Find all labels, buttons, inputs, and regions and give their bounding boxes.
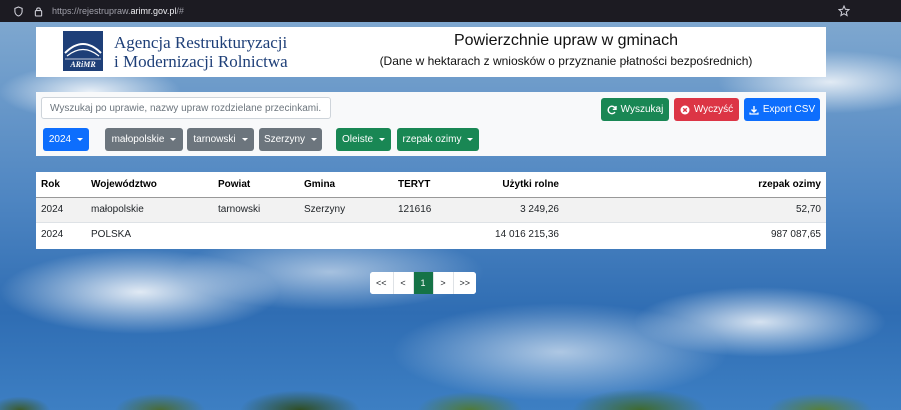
table-header-row: Rok Województwo Powiat Gmina TERYT Użytk…	[36, 172, 826, 198]
column-header-crop[interactable]: rzepak ozimy	[564, 172, 826, 198]
cell-teryt: 121616	[393, 197, 473, 223]
municipality-dropdown[interactable]: Szerzyny	[259, 128, 322, 151]
arimr-logo-graphic: ARiMR	[63, 31, 103, 71]
clear-button-label: Wyczyść	[693, 104, 734, 115]
page-header: ARiMR Agencja Restrukturyzacji i Moderni…	[36, 27, 826, 77]
cell-county	[213, 222, 299, 247]
logo-caption: ARiMR	[69, 60, 96, 69]
cell-municipality: Szerzyny	[299, 197, 393, 223]
bookmark-star-icon[interactable]	[838, 5, 850, 17]
browser-address-bar: https://rejestrupraw.arimr.gov.pl/#	[0, 0, 901, 22]
crop-group-dropdown-label: Oleiste	[341, 134, 374, 145]
results-table: Rok Województwo Powiat Gmina TERYT Użytk…	[36, 172, 826, 247]
cell-voivodeship: małopolskie	[86, 197, 213, 223]
clear-button[interactable]: Wyczyść	[674, 98, 739, 121]
year-dropdown-label: 2024	[48, 134, 72, 145]
tree-line	[0, 380, 901, 410]
column-header-teryt[interactable]: TERYT	[393, 172, 473, 198]
column-header-voivodeship[interactable]: Województwo	[86, 172, 213, 198]
caret-down-icon	[170, 138, 177, 141]
caret-down-icon	[77, 138, 84, 141]
cell-crop-area: 987 087,65	[564, 222, 826, 247]
cell-teryt	[393, 222, 473, 247]
export-button-label: Export CSV	[762, 104, 816, 115]
caret-down-icon	[241, 138, 248, 141]
cell-voivodeship: POLSKA	[86, 222, 213, 247]
organization-name: Agencja Restrukturyzacji i Modernizacji …	[114, 33, 288, 71]
cell-agricultural-land: 14 016 215,36	[473, 222, 564, 247]
url-domain: arimr.gov.pl	[130, 6, 177, 16]
current-page-button[interactable]: 1	[413, 272, 434, 294]
download-icon	[749, 105, 759, 115]
shield-icon[interactable]	[14, 5, 23, 17]
municipality-dropdown-label: Szerzyny	[263, 134, 306, 145]
lock-icon[interactable]	[34, 6, 43, 17]
cell-agricultural-land: 3 249,26	[473, 197, 564, 223]
caret-down-icon	[311, 138, 318, 141]
page-title: Powierzchnie upraw w gminach	[453, 32, 679, 49]
table-row: 2024 POLSKA 14 016 215,36 987 087,65	[36, 222, 826, 247]
voivodeship-dropdown[interactable]: małopolskie	[105, 128, 183, 151]
voivodeship-dropdown-label: małopolskie	[111, 134, 165, 145]
crop-group-dropdown[interactable]: Oleiste	[336, 128, 391, 151]
results-table-container: Rok Województwo Powiat Gmina TERYT Użytk…	[36, 172, 826, 249]
cell-municipality	[299, 222, 393, 247]
search-button-label: Wyszukaj	[620, 104, 664, 115]
cell-crop-area: 52,70	[564, 197, 826, 223]
table-row: 2024 małopolskie tarnowski Szerzyny 1216…	[36, 197, 826, 223]
crop-dropdown[interactable]: rzepak ozimy	[397, 128, 479, 151]
search-input[interactable]	[41, 97, 331, 119]
arimr-logo: ARiMR	[63, 31, 103, 71]
org-name-line2: i Modernizacji Rolnictwa	[114, 52, 288, 71]
column-header-year[interactable]: Rok	[36, 172, 86, 198]
column-header-county[interactable]: Powiat	[213, 172, 299, 198]
county-dropdown-label: tarnowski	[193, 134, 236, 145]
county-dropdown[interactable]: tarnowski	[187, 128, 254, 151]
crop-dropdown-label: rzepak ozimy	[402, 134, 462, 145]
previous-page-button[interactable]: <	[393, 272, 414, 294]
page-subtitle: (Dane w hektarach z wniosków o przyznani…	[379, 54, 753, 68]
first-page-button[interactable]: <<	[370, 272, 394, 294]
caret-down-icon	[379, 138, 386, 141]
close-circle-icon	[680, 105, 690, 114]
url-prefix: https://rejestrupraw.	[52, 6, 131, 16]
cell-year: 2024	[36, 197, 86, 223]
last-page-button[interactable]: >>	[453, 272, 477, 294]
filter-panel: Wyszukaj Wyczyść Export CSV 2024 małopol…	[36, 92, 826, 156]
url-suffix: /#	[176, 6, 184, 16]
export-csv-button[interactable]: Export CSV	[744, 98, 820, 121]
year-dropdown[interactable]: 2024	[43, 128, 89, 151]
caret-down-icon	[467, 138, 474, 141]
next-page-button[interactable]: >	[433, 272, 454, 294]
column-header-municipality[interactable]: Gmina	[299, 172, 393, 198]
org-name-line1: Agencja Restrukturyzacji	[114, 33, 288, 52]
url-field[interactable]: https://rejestrupraw.arimr.gov.pl/#	[52, 6, 184, 16]
refresh-icon	[607, 105, 617, 114]
cell-county: tarnowski	[213, 197, 299, 223]
column-header-agricultural-land[interactable]: Użytki rolne	[473, 172, 564, 198]
pagination: << < 1 > >>	[370, 272, 477, 294]
cell-year: 2024	[36, 222, 86, 247]
search-button[interactable]: Wyszukaj	[601, 98, 669, 121]
